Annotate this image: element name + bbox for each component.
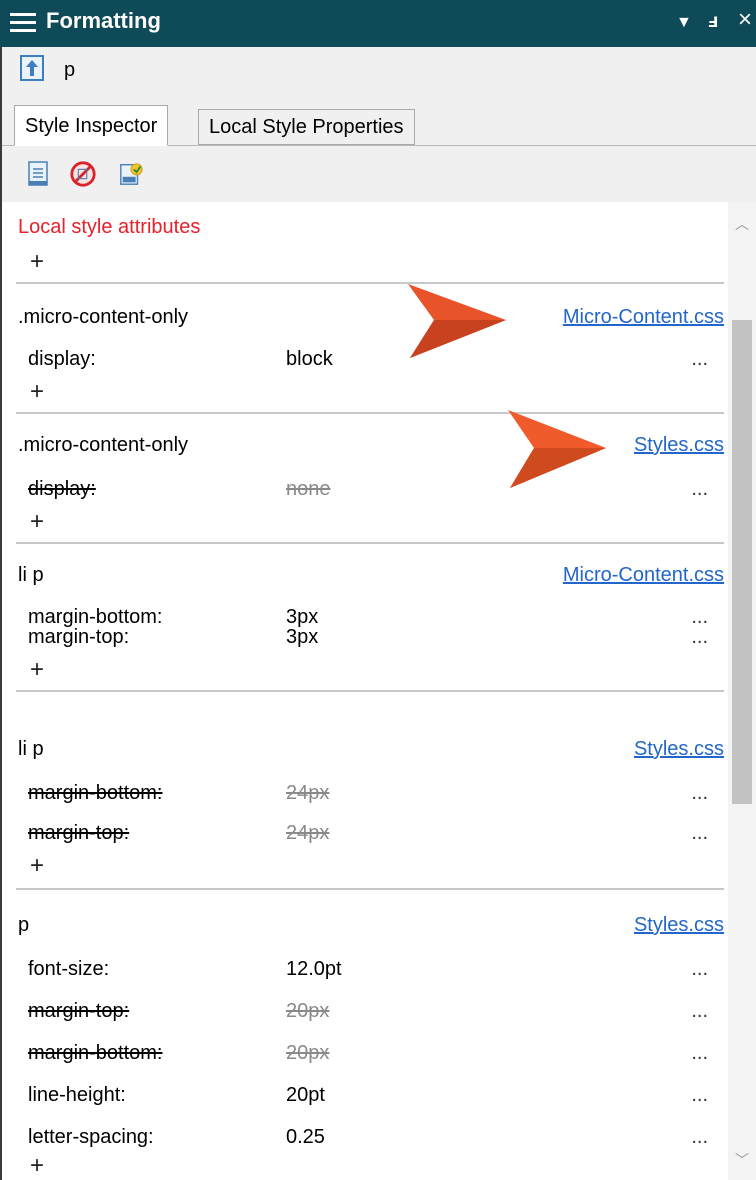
panel-title: Formatting	[46, 8, 161, 33]
property-options-button[interactable]: ...	[691, 626, 708, 649]
property-name: display:	[28, 348, 96, 370]
rule-source-link[interactable]: Styles.css	[634, 738, 724, 761]
separator	[16, 888, 724, 890]
vertical-scrollbar[interactable]: ︿ ﹀	[728, 202, 756, 1180]
breadcrumb-element: p	[64, 59, 76, 81]
property-options-button[interactable]: ...	[691, 478, 708, 501]
property-value-overridden: none	[286, 478, 331, 500]
add-local-attribute-button[interactable]: +	[30, 248, 44, 276]
separator	[16, 412, 724, 414]
property-name: line-height:	[28, 1084, 126, 1106]
callout-arrow-icon	[508, 410, 606, 488]
rule-selector: li p	[18, 738, 44, 760]
rule-selector: li p	[18, 564, 44, 586]
property-name: letter-spacing:	[28, 1126, 154, 1148]
tab-bar: Style Inspector Local Style Properties	[2, 99, 756, 146]
property-options-button[interactable]: ...	[691, 348, 708, 371]
local-style-attributes-label: Local style attributes	[18, 216, 201, 238]
add-property-button[interactable]: +	[30, 852, 44, 880]
scrollbar-thumb[interactable]	[732, 320, 752, 804]
property-name-overridden: display:	[28, 478, 96, 500]
property-options-button[interactable]: ...	[691, 782, 708, 805]
property-name: font-size:	[28, 958, 110, 980]
rule-source-link[interactable]: Micro-Content.css	[563, 564, 724, 587]
rule-selector: .micro-content-only	[18, 306, 189, 328]
property-options-button[interactable]: ...	[691, 1000, 708, 1023]
panel-titlebar: Formatting ▼ ⅎ ×	[0, 0, 756, 47]
close-icon[interactable]: ×	[738, 6, 752, 34]
toolbar	[2, 146, 756, 202]
property-value[interactable]: 20pt	[286, 1084, 325, 1107]
add-property-button[interactable]: +	[30, 508, 44, 536]
rule-selector: .micro-content-only	[18, 434, 189, 456]
breadcrumb: p	[2, 47, 756, 99]
clear-style-icon[interactable]	[68, 160, 98, 188]
menu-icon[interactable]	[10, 12, 36, 34]
select-parent-icon[interactable]	[20, 55, 44, 81]
separator	[16, 282, 724, 284]
property-name: margin-top:	[28, 626, 130, 648]
property-options-button[interactable]: ...	[691, 1084, 708, 1107]
add-property-button[interactable]: +	[30, 656, 44, 684]
property-value-overridden: 24px	[286, 822, 330, 844]
property-name-overridden: margin-top:	[28, 1000, 130, 1022]
pin-icon[interactable]: ⅎ	[708, 10, 718, 33]
tab-local-style-properties[interactable]: Local Style Properties	[198, 109, 415, 145]
add-property-button[interactable]: +	[30, 378, 44, 406]
property-options-button[interactable]: ...	[691, 1126, 708, 1149]
separator	[16, 690, 724, 692]
property-options-button[interactable]: ...	[691, 822, 708, 845]
rule-selector: p	[18, 914, 30, 936]
property-name-overridden: margin-bottom:	[28, 782, 163, 804]
property-options-button[interactable]: ...	[691, 958, 708, 981]
property-value[interactable]: 12.0pt	[286, 958, 342, 981]
property-value-overridden: 20px	[286, 1042, 330, 1064]
rule-source-link[interactable]: Micro-Content.css	[563, 306, 724, 329]
style-inspector-content: Local style attributes + .micro-content-…	[2, 202, 728, 1180]
formatting-panel: Formatting ▼ ⅎ × p Style Inspector Local…	[0, 0, 756, 1180]
tab-style-inspector[interactable]: Style Inspector	[14, 105, 169, 146]
property-name-overridden: margin-top:	[28, 822, 130, 844]
property-options-button[interactable]: ...	[691, 1042, 708, 1065]
callout-arrow-icon	[408, 284, 506, 358]
add-property-button[interactable]: +	[30, 1152, 44, 1180]
scroll-down-icon[interactable]: ﹀	[735, 1150, 749, 1170]
separator	[16, 542, 724, 544]
style-properties-icon[interactable]	[118, 160, 144, 188]
rule-source-link[interactable]: Styles.css	[634, 914, 724, 937]
property-value[interactable]: 0.25	[286, 1126, 325, 1149]
property-value[interactable]: 3px	[286, 626, 318, 649]
property-value[interactable]: block	[286, 348, 333, 371]
scroll-up-icon[interactable]: ︿	[735, 214, 749, 234]
property-value-overridden: 20px	[286, 1000, 330, 1022]
property-name-overridden: margin-bottom:	[28, 1042, 163, 1064]
property-value-overridden: 24px	[286, 782, 330, 804]
rule-source-link[interactable]: Styles.css	[634, 434, 724, 457]
dropdown-arrow-icon[interactable]: ▼	[676, 14, 692, 32]
document-icon[interactable]	[26, 160, 52, 188]
